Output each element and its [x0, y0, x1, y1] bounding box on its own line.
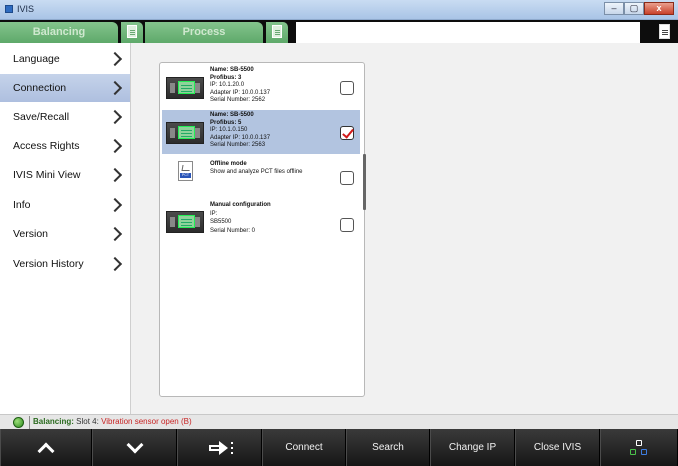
window-titlebar: IVIS – ▢ x — [0, 0, 678, 20]
chevron-right-icon — [110, 81, 124, 95]
sidebar-item-label: IVIS Mini View — [13, 169, 81, 181]
bottom-toolbar: Connect Search Change IP Close IVIS — [0, 429, 678, 466]
sidebar-item-info[interactable]: Info — [0, 191, 130, 219]
close-window-button[interactable]: x — [644, 2, 674, 15]
tab-bar: Balancing Process — [0, 20, 678, 43]
connect-button[interactable]: Connect — [262, 429, 346, 466]
document-icon — [127, 25, 137, 38]
offline-mode-title: Offline mode — [210, 161, 247, 167]
device-details: Name: SB-5500 Profibus: 5 IP: 10.1.0.150… — [210, 112, 270, 150]
device-adapter-ip: Adapter IP: 10.0.0.137 — [210, 134, 271, 141]
document-icon[interactable] — [659, 24, 670, 39]
device-profibus: Profibus: 5 — [210, 119, 242, 126]
status-bar: Balancing: Slot 4: Vibration sensor open… — [0, 414, 678, 429]
network-icon — [630, 439, 648, 456]
list-item-offline-mode[interactable]: PCT Offline mode Show and analyze PCT fi… — [162, 155, 360, 199]
tab-bar-empty-area — [296, 22, 640, 43]
device-image — [166, 77, 204, 99]
status-indicator-icon — [13, 417, 24, 428]
tab-process[interactable]: Process — [145, 22, 263, 43]
scroll-down-button[interactable] — [92, 429, 177, 466]
sidebar-item-access-rights[interactable]: Access Rights — [0, 132, 130, 160]
pct-file-icon: PCT — [178, 161, 193, 181]
chevron-right-icon — [110, 52, 124, 66]
sidebar-item-ivis-mini-view[interactable]: IVIS Mini View — [0, 161, 130, 189]
manual-config-checkbox[interactable] — [340, 218, 354, 232]
sidebar-item-label: Language — [13, 53, 60, 65]
device-name: Name: SB-5500 — [210, 112, 254, 118]
network-button[interactable] — [600, 429, 678, 466]
sidebar-item-version-history[interactable]: Version History — [0, 250, 130, 278]
list-scrollbar[interactable] — [363, 154, 366, 210]
status-message: Vibration sensor open (B) — [101, 417, 192, 426]
device-serial: Serial Number: 2563 — [210, 142, 266, 149]
device-ip: IP: 10.1.20.0 — [210, 82, 245, 89]
chevron-right-icon — [110, 257, 124, 271]
device-adapter-ip: Adapter IP: 10.0.0.137 — [210, 89, 271, 96]
document-icon — [272, 25, 282, 38]
app-icon — [5, 5, 13, 13]
list-item-device[interactable]: Name: SB-5500 Profibus: 3 IP: 10.1.20.0 … — [162, 65, 360, 109]
next-arrow-icon — [208, 440, 233, 455]
status-text: Balancing: Slot 4: Vibration sensor open… — [33, 417, 192, 426]
sidebar-item-save-recall[interactable]: Save/Recall — [0, 103, 130, 131]
minimize-button[interactable]: – — [604, 2, 624, 15]
device-serial: Serial Number: 2562 — [210, 97, 266, 104]
sidebar-item-label: Save/Recall — [13, 111, 70, 123]
list-item-device[interactable]: Name: SB-5500 Profibus: 5 IP: 10.1.0.150… — [162, 110, 360, 154]
sidebar-item-label: Connection — [13, 82, 67, 94]
manual-config-serial: Serial Number: 0 — [210, 227, 256, 234]
chevron-right-icon — [110, 168, 124, 182]
settings-sidebar: Language Connection Save/Recall Access R… — [0, 43, 131, 414]
sidebar-item-label: Info — [13, 199, 31, 211]
device-checkbox-checked[interactable] — [340, 126, 354, 140]
status-slot: Slot 4: — [76, 417, 99, 426]
manual-config-title: Manual configuration — [210, 202, 271, 208]
tab-balancing-document[interactable] — [121, 22, 143, 43]
manual-config-model: SB5500 — [210, 219, 232, 226]
offline-mode-details: Offline mode Show and analyze PCT files … — [210, 161, 303, 176]
search-button[interactable]: Search — [346, 429, 430, 466]
sidebar-item-version[interactable]: Version — [0, 220, 130, 248]
tab-balancing[interactable]: Balancing — [0, 22, 118, 43]
next-button[interactable] — [177, 429, 262, 466]
list-item-manual-configuration[interactable]: Manual configuration IP: SB5500 Serial N… — [162, 199, 360, 243]
maximize-button[interactable]: ▢ — [624, 2, 644, 15]
device-name: Name: SB-5500 — [210, 67, 254, 73]
offline-mode-checkbox[interactable] — [340, 171, 354, 185]
sidebar-item-label: Version — [13, 228, 49, 240]
sidebar-item-language[interactable]: Language — [0, 45, 130, 73]
sidebar-item-connection[interactable]: Connection — [0, 74, 130, 102]
chevron-up-icon — [37, 442, 55, 459]
device-image — [166, 211, 204, 233]
tab-process-document[interactable] — [266, 22, 288, 43]
chevron-right-icon — [110, 139, 124, 153]
offline-mode-description: Show and analyze PCT files offline — [210, 168, 303, 175]
connection-list-panel: Name: SB-5500 Profibus: 3 IP: 10.1.20.0 … — [159, 62, 366, 397]
close-ivis-button[interactable]: Close IVIS — [515, 429, 600, 466]
chevron-right-icon — [110, 227, 124, 241]
sidebar-item-label: Version History — [13, 258, 84, 270]
chevron-right-icon — [110, 110, 124, 124]
manual-config-ip: IP: — [210, 210, 218, 217]
device-ip: IP: 10.1.0.150 — [210, 127, 248, 134]
status-label: Balancing: — [33, 417, 74, 426]
chevron-right-icon — [110, 198, 124, 212]
scroll-up-button[interactable] — [0, 429, 92, 466]
sidebar-item-label: Access Rights — [13, 140, 80, 152]
manual-config-details: Manual configuration IP: SB5500 Serial N… — [210, 201, 271, 235]
connection-main-area: Name: SB-5500 Profibus: 3 IP: 10.1.20.0 … — [131, 43, 678, 414]
window-title: IVIS — [17, 4, 35, 14]
chevron-down-icon — [126, 436, 143, 453]
device-details: Name: SB-5500 Profibus: 3 IP: 10.1.20.0 … — [210, 67, 270, 105]
device-checkbox[interactable] — [340, 81, 354, 95]
change-ip-button[interactable]: Change IP — [430, 429, 515, 466]
status-separator — [29, 416, 30, 429]
device-image — [166, 122, 204, 144]
window-controls: – ▢ x — [604, 2, 674, 15]
device-profibus: Profibus: 3 — [210, 74, 242, 81]
